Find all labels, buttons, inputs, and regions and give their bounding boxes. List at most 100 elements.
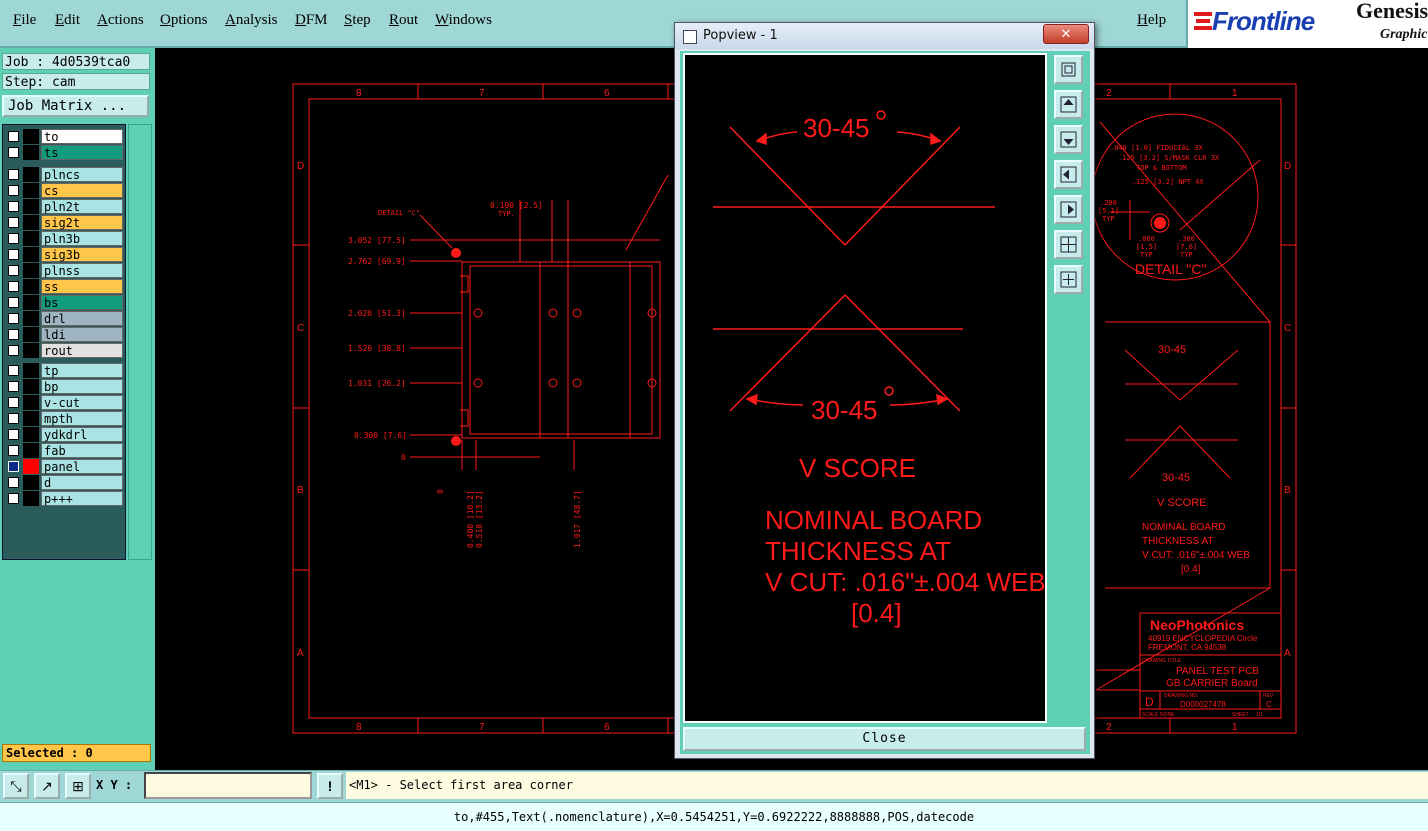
layer-color-swatch[interactable]: [23, 167, 39, 182]
layer-name[interactable]: pln2t: [41, 199, 123, 214]
layer-color-swatch[interactable]: [23, 145, 39, 160]
layer-color-swatch[interactable]: [23, 129, 39, 144]
layer-row-plncs[interactable]: plncs: [5, 167, 123, 182]
layer-color-swatch[interactable]: [23, 343, 39, 358]
layer-row-d[interactable]: d: [5, 475, 123, 490]
layer-color-swatch[interactable]: [23, 491, 39, 506]
layer-name[interactable]: to: [41, 129, 123, 144]
menu-dfm[interactable]: DFM: [295, 12, 328, 29]
job-matrix-button[interactable]: Job Matrix ...: [2, 95, 149, 117]
layer-row-v-cut[interactable]: v-cut: [5, 395, 123, 410]
layer-checkbox[interactable]: [8, 297, 19, 308]
layer-color-swatch[interactable]: [23, 427, 39, 442]
layer-checkbox[interactable]: [8, 365, 19, 376]
layer-row-sig3b[interactable]: sig3b: [5, 247, 123, 262]
layer-row-cs[interactable]: cs: [5, 183, 123, 198]
layer-checkbox[interactable]: [8, 329, 19, 340]
layer-name[interactable]: cs: [41, 183, 123, 198]
pan-up-icon[interactable]: [1054, 90, 1083, 119]
layer-name[interactable]: bs: [41, 295, 123, 310]
pan-right-icon[interactable]: [1054, 195, 1083, 224]
layer-name[interactable]: mpth: [41, 411, 123, 426]
alert-icon[interactable]: !: [317, 773, 343, 799]
layer-name[interactable]: ss: [41, 279, 123, 294]
layer-checkbox[interactable]: [8, 461, 19, 472]
layer-color-swatch[interactable]: [23, 199, 39, 214]
menu-options[interactable]: Options: [160, 12, 208, 29]
layer-row-rout[interactable]: rout: [5, 343, 123, 358]
layer-color-swatch[interactable]: [23, 215, 39, 230]
layer-checkbox[interactable]: [8, 265, 19, 276]
layer-color-swatch[interactable]: [23, 327, 39, 342]
layer-checkbox[interactable]: [8, 445, 19, 456]
layer-row-tp[interactable]: tp: [5, 363, 123, 378]
layer-checkbox[interactable]: [8, 233, 19, 244]
xy-input[interactable]: [144, 772, 312, 799]
layer-checkbox[interactable]: [8, 185, 19, 196]
layer-color-swatch[interactable]: [23, 183, 39, 198]
layer-checkbox[interactable]: [8, 249, 19, 260]
menu-help[interactable]: Help: [1137, 12, 1166, 29]
layer-name[interactable]: plnss: [41, 263, 123, 278]
menu-file[interactable]: File: [13, 12, 36, 29]
layer-color-swatch[interactable]: [23, 411, 39, 426]
layer-checkbox[interactable]: [8, 381, 19, 392]
menu-step[interactable]: Step: [344, 12, 371, 29]
layer-checkbox[interactable]: [8, 169, 19, 180]
layer-name[interactable]: panel: [41, 459, 123, 474]
layer-color-swatch[interactable]: [23, 231, 39, 246]
layer-row-mpth[interactable]: mpth: [5, 411, 123, 426]
layer-color-swatch[interactable]: [23, 311, 39, 326]
layer-checkbox[interactable]: [8, 477, 19, 488]
layer-name[interactable]: p+++: [41, 491, 123, 506]
layer-checkbox[interactable]: [8, 131, 19, 142]
layer-checkbox[interactable]: [8, 147, 19, 158]
layer-checkbox[interactable]: [8, 281, 19, 292]
layer-name[interactable]: drl: [41, 311, 123, 326]
layer-color-swatch[interactable]: [23, 247, 39, 262]
layer-color-swatch[interactable]: [23, 475, 39, 490]
layer-name[interactable]: rout: [41, 343, 123, 358]
layer-name[interactable]: v-cut: [41, 395, 123, 410]
layer-color-swatch[interactable]: [23, 443, 39, 458]
layer-row-p---[interactable]: p+++: [5, 491, 123, 506]
layer-name[interactable]: tp: [41, 363, 123, 378]
menu-rout[interactable]: Rout: [389, 12, 418, 29]
layer-row-fab[interactable]: fab: [5, 443, 123, 458]
layer-checkbox[interactable]: [8, 429, 19, 440]
layer-row-plnss[interactable]: plnss: [5, 263, 123, 278]
layer-checkbox[interactable]: [8, 313, 19, 324]
menu-windows[interactable]: Windows: [435, 12, 492, 29]
layer-name[interactable]: fab: [41, 443, 123, 458]
layer-row-pln3b[interactable]: pln3b: [5, 231, 123, 246]
layer-list-scrollbar[interactable]: [128, 124, 152, 560]
layer-row-bs[interactable]: bs: [5, 295, 123, 310]
layer-color-swatch[interactable]: [23, 363, 39, 378]
popview-close-button[interactable]: Close: [683, 727, 1086, 751]
layer-name[interactable]: ydkdrl: [41, 427, 123, 442]
layer-checkbox[interactable]: [8, 493, 19, 504]
layer-row-ts[interactable]: ts: [5, 145, 123, 160]
layer-checkbox[interactable]: [8, 345, 19, 356]
zoom-in-icon[interactable]: [1054, 265, 1083, 294]
layer-name[interactable]: bp: [41, 379, 123, 394]
popview-titlebar[interactable]: Popview - 1 ✕: [675, 23, 1094, 49]
layer-row-ydkdrl[interactable]: ydkdrl: [5, 427, 123, 442]
layer-name[interactable]: d: [41, 475, 123, 490]
layer-row-sig2t[interactable]: sig2t: [5, 215, 123, 230]
layer-row-bp[interactable]: bp: [5, 379, 123, 394]
layer-color-swatch[interactable]: [23, 395, 39, 410]
layer-color-swatch[interactable]: [23, 379, 39, 394]
layer-color-swatch[interactable]: [23, 295, 39, 310]
pan-left-icon[interactable]: [1054, 160, 1083, 189]
layer-checkbox[interactable]: [8, 201, 19, 212]
layer-row-ss[interactable]: ss: [5, 279, 123, 294]
zoom-area-icon[interactable]: ⤡: [3, 773, 29, 799]
measure-icon[interactable]: ↗: [34, 773, 60, 799]
layer-row-pln2t[interactable]: pln2t: [5, 199, 123, 214]
layer-row-drl[interactable]: drl: [5, 311, 123, 326]
menu-actions[interactable]: Actions: [97, 12, 144, 29]
layer-name[interactable]: ldi: [41, 327, 123, 342]
layer-color-swatch[interactable]: [23, 263, 39, 278]
popview-canvas[interactable]: 30-45 30-45 V SCORE NOMINAL BOARD THICKN…: [683, 53, 1047, 723]
